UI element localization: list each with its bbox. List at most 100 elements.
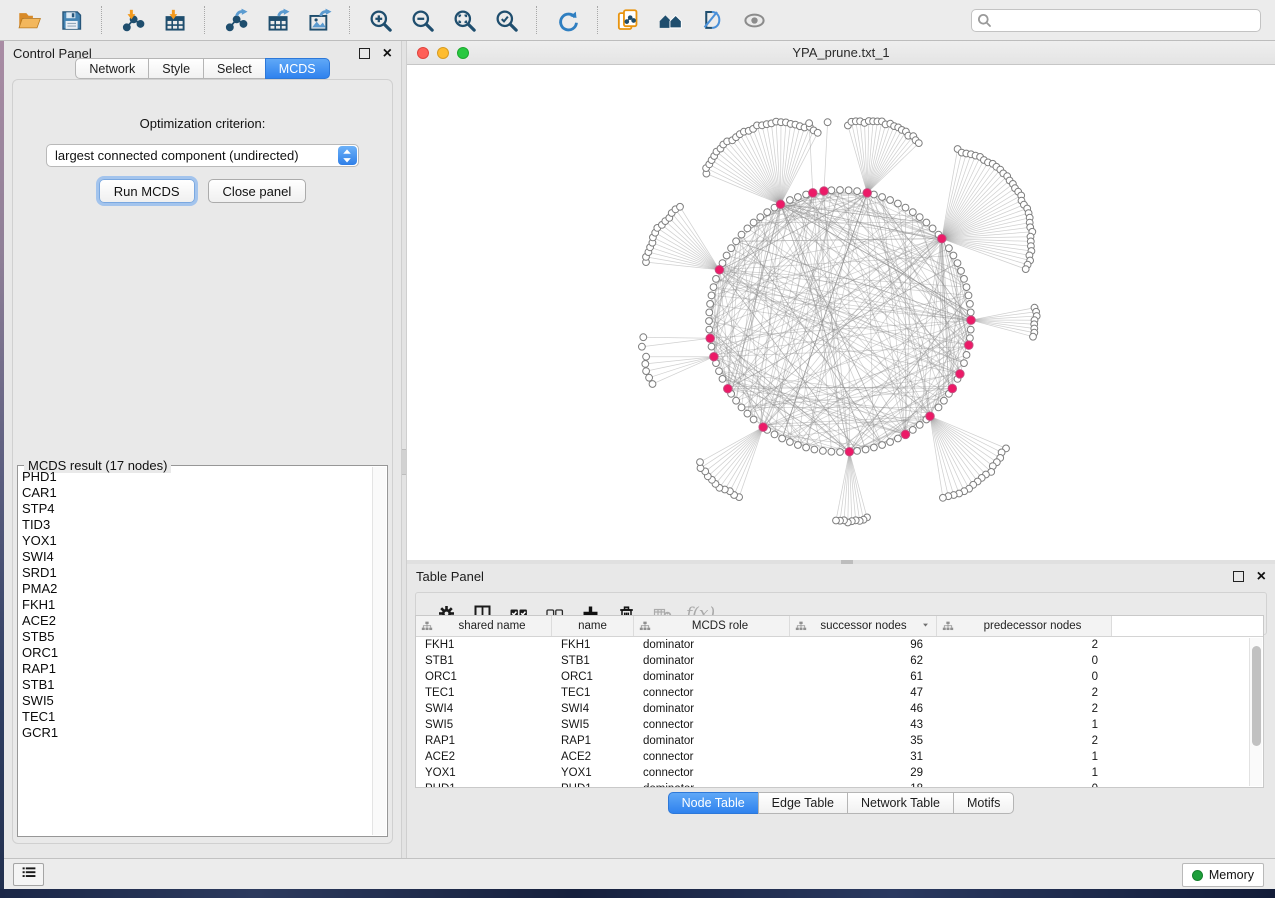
graph-node[interactable] (824, 119, 831, 126)
graph-node[interactable] (828, 187, 835, 194)
zoom-out-button[interactable] (405, 3, 439, 37)
mcds-result-item[interactable]: TEC1 (22, 709, 371, 725)
graph-node[interactable] (887, 439, 894, 446)
zoom-in-button[interactable] (363, 3, 397, 37)
graph-node[interactable] (716, 368, 723, 375)
graph-node[interactable] (915, 140, 922, 147)
graph-node[interactable] (961, 360, 968, 367)
graph-hub-node[interactable] (956, 370, 965, 379)
float-window-icon[interactable] (1233, 571, 1244, 582)
mcds-result-item[interactable]: SRD1 (22, 565, 371, 581)
graph-node[interactable] (713, 276, 720, 283)
graph-node[interactable] (963, 352, 970, 359)
graph-node[interactable] (1022, 266, 1029, 273)
graph-node[interactable] (803, 444, 810, 451)
export-network-button[interactable] (218, 3, 252, 37)
zoom-fit-button[interactable] (447, 3, 481, 37)
graph-node[interactable] (845, 187, 852, 194)
export-table-button[interactable] (260, 3, 294, 37)
table-row[interactable]: ORC1ORC1dominator610 (416, 669, 1263, 685)
graph-node[interactable] (646, 374, 653, 381)
table-row[interactable]: RAP1RAP1dominator352 (416, 733, 1263, 749)
mcds-result-item[interactable]: SWI5 (22, 693, 371, 709)
search-input[interactable] (971, 9, 1261, 32)
graph-hub-node[interactable] (706, 334, 715, 343)
graph-node[interactable] (950, 252, 957, 259)
graph-node[interactable] (941, 397, 948, 404)
tab-edge-table[interactable]: Edge Table (758, 792, 848, 814)
graph-node[interactable] (929, 225, 936, 232)
graph-node[interactable] (733, 397, 740, 404)
graph-node[interactable] (744, 225, 751, 232)
mcds-result-item[interactable]: STB1 (22, 677, 371, 693)
network-canvas[interactable] (407, 65, 1275, 560)
column-header-shared-name[interactable]: shared name (416, 616, 552, 636)
graph-node[interactable] (710, 284, 717, 291)
graph-node[interactable] (787, 197, 794, 204)
memory-button[interactable]: Memory (1182, 863, 1264, 887)
graph-node[interactable] (916, 214, 923, 221)
graph-node[interactable] (879, 442, 886, 449)
column-header-successor-nodes[interactable]: successor nodes (790, 616, 937, 636)
table-row[interactable]: SWI5SWI5connector431 (416, 717, 1263, 733)
graph-node[interactable] (965, 292, 972, 299)
graph-node[interactable] (708, 292, 715, 299)
graph-node[interactable] (854, 448, 861, 455)
graph-node[interactable] (707, 301, 714, 308)
table-row[interactable]: SWI4SWI4dominator462 (416, 701, 1263, 717)
close-panel-button[interactable]: Close panel (208, 179, 307, 203)
graph-hub-node[interactable] (715, 266, 724, 275)
column-header-predecessor-nodes[interactable]: predecessor nodes (937, 616, 1112, 636)
close-window-icon[interactable] (417, 47, 429, 59)
mcds-result-item[interactable]: SWI4 (22, 549, 371, 565)
graph-node[interactable] (940, 494, 947, 501)
graph-node[interactable] (895, 435, 902, 442)
graph-node[interactable] (733, 238, 740, 245)
graph-node[interactable] (764, 209, 771, 216)
graph-node[interactable] (639, 343, 646, 350)
graph-node[interactable] (643, 353, 650, 360)
mcds-result-item[interactable]: YOX1 (22, 533, 371, 549)
table-row[interactable]: STB1STB1dominator620 (416, 653, 1263, 669)
graph-node[interactable] (862, 446, 869, 453)
tab-mcds[interactable]: MCDS (265, 58, 330, 79)
graph-node[interactable] (871, 444, 878, 451)
network-overview-button[interactable] (653, 3, 687, 37)
mcds-result-item[interactable]: RAP1 (22, 661, 371, 677)
graph-node[interactable] (963, 284, 970, 291)
graph-node[interactable] (795, 442, 802, 449)
graph-hub-node[interactable] (820, 187, 829, 196)
table-row[interactable]: YOX1YOX1connector291 (416, 765, 1263, 781)
graph-node[interactable] (909, 209, 916, 216)
column-header-MCDS-role[interactable]: MCDS role (634, 616, 790, 636)
mcds-result-item[interactable]: ACE2 (22, 613, 371, 629)
table-row[interactable]: FKH1FKH1dominator962 (416, 637, 1263, 653)
graph-node[interactable] (697, 459, 704, 466)
mcds-result-item[interactable]: TID3 (22, 517, 371, 533)
graph-node[interactable] (909, 427, 916, 434)
graph-node[interactable] (757, 214, 764, 221)
refresh-layout-button[interactable] (550, 3, 584, 37)
graph-hub-node[interactable] (967, 316, 976, 325)
graph-hub-node[interactable] (724, 384, 733, 393)
graph-node[interactable] (738, 404, 745, 411)
graph-node[interactable] (706, 326, 713, 333)
graph-node[interactable] (954, 260, 961, 267)
open-file-button[interactable] (12, 3, 46, 37)
graph-node[interactable] (806, 120, 813, 127)
graph-node[interactable] (643, 368, 650, 375)
scrollbar-thumb[interactable] (1252, 646, 1261, 746)
graph-node[interactable] (916, 422, 923, 429)
tab-select[interactable]: Select (203, 58, 266, 79)
graph-node[interactable] (723, 252, 730, 259)
graph-hub-node[interactable] (863, 189, 872, 198)
graph-hub-node[interactable] (926, 412, 935, 421)
maximize-window-icon[interactable] (457, 47, 469, 59)
graph-node[interactable] (771, 431, 778, 438)
graph-node[interactable] (879, 194, 886, 201)
graph-node[interactable] (833, 517, 840, 524)
graph-node[interactable] (811, 446, 818, 453)
graph-node[interactable] (708, 343, 715, 350)
graph-node[interactable] (677, 203, 684, 210)
graph-node[interactable] (837, 449, 844, 456)
